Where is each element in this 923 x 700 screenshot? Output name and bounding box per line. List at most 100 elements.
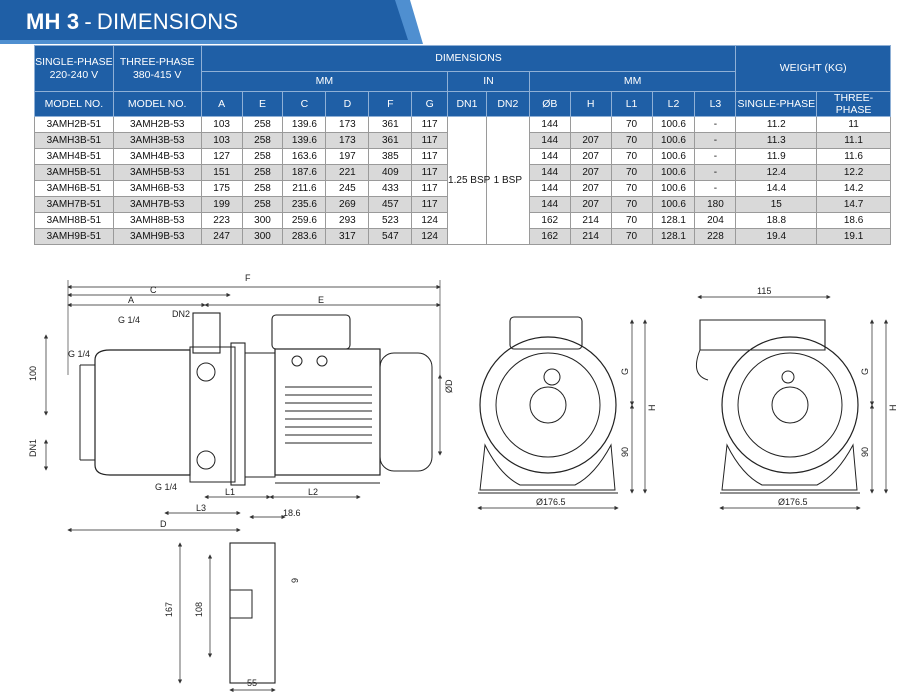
- table-cell: 128.1: [651, 228, 696, 246]
- mm-header-right: MM: [528, 71, 737, 92]
- table-cell: 19.4: [735, 228, 818, 246]
- table-cell: 3AMH3B-51: [34, 132, 114, 150]
- table-cell: -: [694, 148, 737, 166]
- table-cell: 117: [411, 164, 449, 182]
- table-cell: 235.6: [282, 196, 327, 214]
- table-cell: 100.6: [651, 196, 696, 214]
- table-cell: 144: [528, 180, 571, 198]
- table-cell: 117: [411, 148, 449, 166]
- three-phase-header: THREE-PHASE 380-415 V: [112, 45, 202, 92]
- table-cell: 139.6: [282, 132, 327, 150]
- table-cell: 70: [610, 148, 653, 166]
- table-cell: 117: [411, 116, 449, 134]
- table-cell: 162: [528, 228, 571, 246]
- label-D: D: [160, 519, 167, 529]
- column-header: L1: [610, 90, 653, 118]
- label-G14-top: G 1/4: [118, 315, 140, 325]
- table-cell: 223: [200, 212, 243, 230]
- label-E: E: [318, 295, 324, 305]
- table-cell: [569, 116, 612, 134]
- label-108: 108: [194, 602, 204, 617]
- table-cell: 117: [411, 196, 449, 214]
- technical-drawings: F C A E DN2 G 1/4 G 1/4 G 1/4 100 DN1 ØD…: [28, 273, 898, 693]
- table-cell: 258: [241, 164, 284, 182]
- table-cell: 12.2: [816, 164, 891, 182]
- table-cell: 3AMH6B-51: [34, 180, 114, 198]
- table-cell: 3AMH7B-51: [34, 196, 114, 214]
- column-header: E: [241, 90, 284, 118]
- label-H-front: H: [647, 405, 657, 412]
- table-cell: 11.9: [735, 148, 818, 166]
- table-cell: 144: [528, 196, 571, 214]
- title-banner: MH 3- DIMENSIONS: [0, 0, 923, 44]
- table-cell: 409: [368, 164, 413, 182]
- label-G14-left: G 1/4: [68, 349, 90, 359]
- table-cell: 180: [694, 196, 737, 214]
- label-L3: L3: [196, 503, 206, 513]
- table-cell: 3AMH9B-53: [112, 228, 202, 246]
- table-cell: 144: [528, 116, 571, 134]
- table-cell: 117: [411, 132, 449, 150]
- page-title: MH 3- DIMENSIONS: [26, 9, 238, 35]
- dimensions-table: SINGLE-PHASE 220-240 V THREE-PHASE 380-415…: [34, 45, 891, 246]
- column-header: L2: [651, 90, 696, 118]
- dn1-cell: 1.25 BSP: [447, 116, 490, 246]
- label-100: 100: [28, 366, 38, 381]
- table-cell: 173: [325, 132, 370, 150]
- table-cell: 139.6: [282, 116, 327, 134]
- table-cell: 457: [368, 196, 413, 214]
- table-cell: 144: [528, 148, 571, 166]
- table-cell: 175: [200, 180, 243, 198]
- column-header: F: [368, 90, 413, 118]
- front-view-drawing: [477, 316, 648, 511]
- dimensions-header: DIMENSIONS: [200, 45, 737, 72]
- header-row-1: SINGLE-PHASE 220-240 V THREE-PHASE 380-415…: [34, 45, 891, 92]
- column-header: SINGLE-PHASE: [735, 90, 818, 118]
- table-cell: 258: [241, 196, 284, 214]
- table-cell: 100.6: [651, 132, 696, 150]
- table-cell: 283.6: [282, 228, 327, 246]
- single-phase-header: SINGLE-PHASE 220-240 V: [34, 45, 114, 92]
- label-DN2: DN2: [172, 309, 190, 319]
- label-dia-front: Ø176.5: [536, 497, 566, 507]
- table-cell: 361: [368, 132, 413, 150]
- table-cell: 11.6: [816, 148, 891, 166]
- table-cell: 269: [325, 196, 370, 214]
- column-header: MODEL NO.: [112, 90, 202, 118]
- table-cell: 14.4: [735, 180, 818, 198]
- table-cell: 14.7: [816, 196, 891, 214]
- table-cell: 245: [325, 180, 370, 198]
- title-model: MH 3: [26, 9, 80, 34]
- table-cell: 3AMH4B-53: [112, 148, 202, 166]
- table-cell: 214: [569, 212, 612, 230]
- table-cell: 207: [569, 132, 612, 150]
- table-cell: 259.6: [282, 212, 327, 230]
- table-cell: 214: [569, 228, 612, 246]
- table-cell: 433: [368, 180, 413, 198]
- table-cell: 258: [241, 180, 284, 198]
- three-phase-label: THREE-PHASE: [119, 56, 195, 69]
- table-cell: 211.6: [282, 180, 327, 198]
- table-cell: -: [694, 164, 737, 182]
- label-C: C: [150, 285, 157, 295]
- table-cell: 100.6: [651, 164, 696, 182]
- column-header: DN2: [485, 90, 530, 118]
- column-header: D: [325, 90, 370, 118]
- table-cell: 3AMH2B-51: [34, 116, 114, 134]
- table-cell: 11.1: [816, 132, 891, 150]
- label-OD: ØD: [444, 379, 454, 393]
- table-cell: 207: [569, 180, 612, 198]
- table-cell: 204: [694, 212, 737, 230]
- table-cell: 173: [325, 116, 370, 134]
- three-phase-voltage: 380-415 V: [132, 68, 182, 81]
- label-H-back: H: [888, 405, 898, 412]
- table-cell: 221: [325, 164, 370, 182]
- table-cell: 3AMH5B-53: [112, 164, 202, 182]
- single-phase-voltage: 220-240 V: [49, 68, 99, 81]
- front-view-labels: G H 90 Ø176.5: [536, 368, 657, 507]
- table-cell: 100.6: [651, 180, 696, 198]
- table-cell: 3AMH5B-51: [34, 164, 114, 182]
- table-cell: 70: [610, 132, 653, 150]
- table-cell: 162: [528, 212, 571, 230]
- table-cell: 207: [569, 164, 612, 182]
